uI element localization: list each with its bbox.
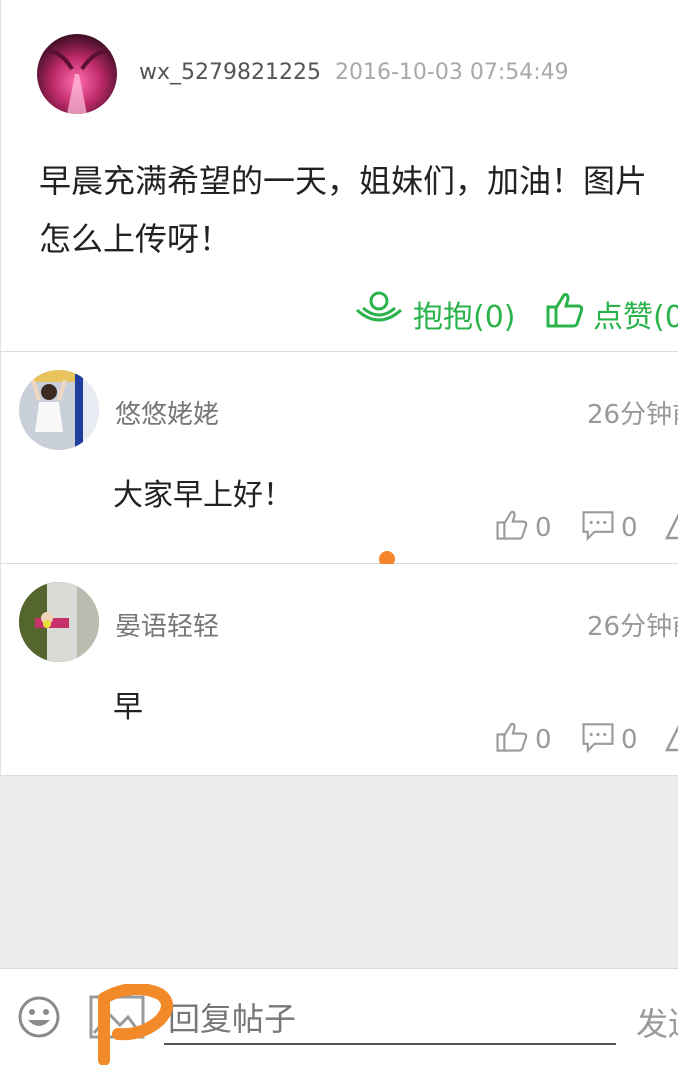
- like-label: 点赞(0: [593, 300, 678, 335]
- comment-icon: [581, 720, 621, 761]
- thumb-up-icon: [495, 720, 535, 761]
- comment-reply-button[interactable]: 0: [581, 510, 638, 546]
- p-mark-icon: [98, 984, 173, 1065]
- commenter-name[interactable]: 悠悠姥姥: [115, 394, 219, 431]
- comment-text: 早: [113, 690, 143, 725]
- hug-label: 抱抱(0): [413, 300, 516, 335]
- comment-like-count: 0: [535, 513, 552, 543]
- share-icon: [663, 720, 678, 761]
- comment-time: 26分钟前: [587, 612, 678, 642]
- hug-icon: [353, 290, 413, 338]
- commenter-avatar[interactable]: [19, 582, 99, 662]
- like-button[interactable]: 点赞(0: [545, 292, 678, 336]
- hug-button[interactable]: 抱抱(0): [353, 290, 516, 338]
- share-icon: [663, 508, 678, 549]
- comment-text: 大家早上好！: [113, 478, 293, 513]
- post-username[interactable]: wx_5279821225: [139, 60, 321, 85]
- comment-like-count: 0: [535, 725, 552, 755]
- post-author-avatar[interactable]: [37, 34, 117, 114]
- comment-like-button[interactable]: 0: [495, 722, 552, 758]
- post-timestamp: 2016-10-03 07:54:49: [335, 60, 569, 85]
- emoji-icon[interactable]: [17, 995, 61, 1043]
- send-button[interactable]: 发送: [636, 999, 678, 1045]
- post-card: wx_5279821225 2016-10-03 07:54:49 早晨充满希望…: [0, 0, 678, 352]
- commenter-avatar[interactable]: [19, 370, 99, 450]
- comment-share-button[interactable]: [663, 510, 678, 546]
- post-content: 早晨充满希望的一天，姐妹们，加油！图片 怎么上传呀！: [39, 162, 648, 258]
- comment-reply-button[interactable]: 0: [581, 722, 638, 758]
- comment-reply-count: 0: [621, 725, 638, 755]
- comment-icon: [581, 508, 621, 549]
- reply-input[interactable]: [164, 995, 616, 1045]
- comment-time: 26分钟前: [587, 400, 678, 430]
- comment-share-button[interactable]: [663, 722, 678, 758]
- comment-like-button[interactable]: 0: [495, 510, 552, 546]
- thumb-up-icon: [545, 290, 593, 338]
- comment-reply-count: 0: [621, 513, 638, 543]
- comment-item: 悠悠姥姥 26分钟前 大家早上好！ 0 0: [0, 352, 678, 564]
- commenter-name[interactable]: 晏语轻轻: [115, 606, 219, 643]
- thumb-up-icon: [495, 508, 535, 549]
- comment-item: 晏语轻轻 26分钟前 早 0 0: [0, 564, 678, 776]
